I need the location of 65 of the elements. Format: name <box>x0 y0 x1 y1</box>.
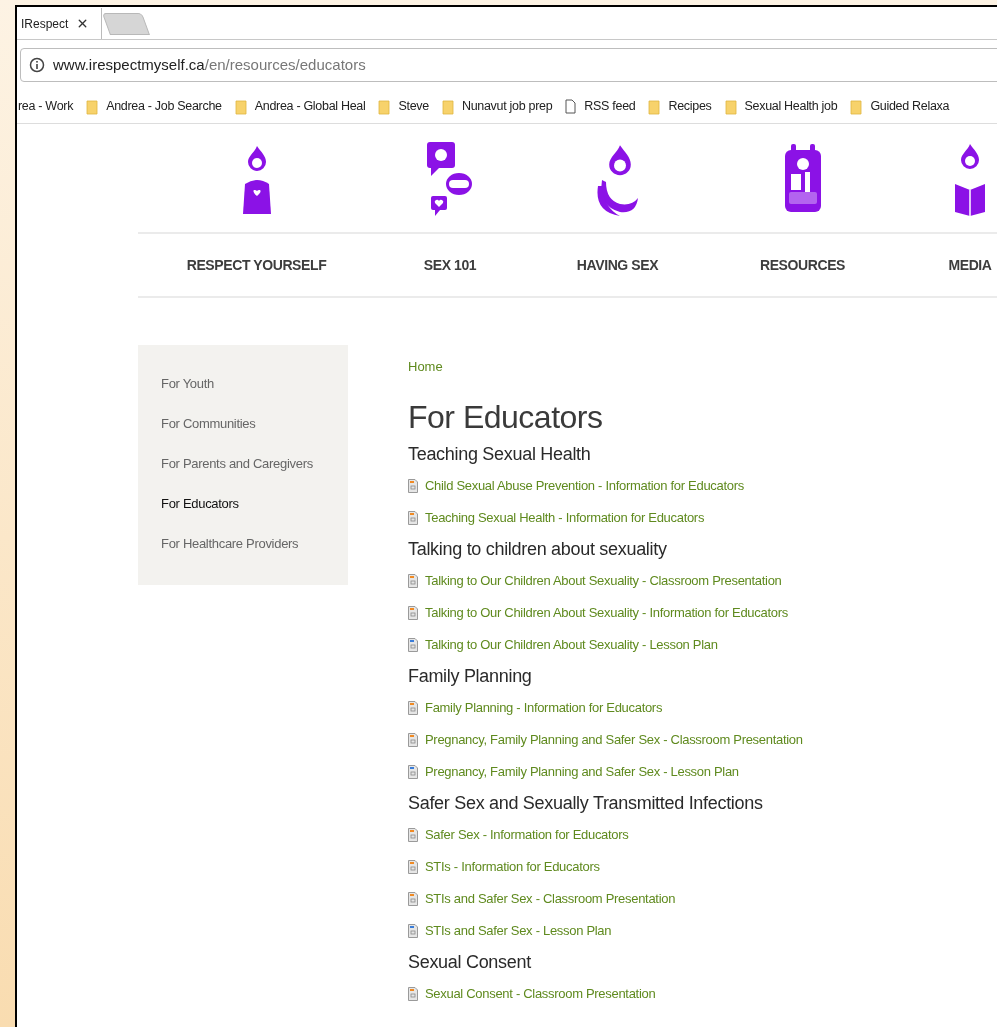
sidebar-link[interactable]: For Parents and Caregivers <box>161 444 348 484</box>
bookmark-item[interactable]: Andrea - Global Heal <box>234 97 366 116</box>
bookmark-item[interactable]: rea - Work <box>18 97 74 116</box>
url-text: www.irespectmyself.ca/en/resources/educators <box>53 54 366 75</box>
file-icon <box>408 860 418 874</box>
sidebar-link[interactable]: For Communities <box>161 404 348 444</box>
folder-icon <box>850 98 863 115</box>
document-link[interactable]: STIs and Safer Sex - Lesson Plan <box>425 921 612 941</box>
backpack-icon <box>782 142 823 214</box>
file-icon <box>408 701 418 715</box>
document-link[interactable]: STIs - Information for Educators <box>425 857 600 877</box>
nav-link[interactable]: HAVING SEX <box>576 254 659 276</box>
section-heading: Safer Sex and Sexually Transmitted Infections <box>408 792 763 815</box>
bookmark-item[interactable]: Nunavut job prep <box>441 97 553 116</box>
nav-link[interactable]: RESPECT YOURSELF <box>186 254 327 276</box>
document-link[interactable]: Pregnancy, Family Planning and Safer Sex - Lesson Plan <box>425 762 739 782</box>
speech-bubbles-icon <box>425 140 475 216</box>
sidebar-link[interactable]: For Healthcare Providers <box>161 524 348 564</box>
section-heading: Family Planning <box>408 665 532 688</box>
page-title: For Educators <box>408 398 604 437</box>
document-link[interactable]: STIs and Safer Sex - Classroom Presentation <box>425 889 676 909</box>
file-icon <box>408 479 418 493</box>
sidebar-link[interactable]: For Educators <box>161 484 348 524</box>
bookmark-item[interactable]: Sexual Health job <box>724 97 838 116</box>
bookmark-item[interactable]: Steve <box>378 97 429 116</box>
bookmark-item[interactable]: RSS feed <box>565 97 636 116</box>
document-link[interactable]: Safer Sex - Information for Educators <box>425 825 629 845</box>
bookmark-item[interactable]: Recipes <box>648 97 712 116</box>
document-link[interactable]: Family Planning - Information for Educators <box>425 698 663 718</box>
document-link[interactable]: Talking to Our Children About Sexuality - Classroom Presentation <box>425 571 782 591</box>
page-icon <box>565 99 577 114</box>
bookmark-item[interactable]: Andrea - Job Searche <box>86 97 222 116</box>
section-heading: Talking to children about sexuality <box>408 538 667 561</box>
breadcrumb-link[interactable]: Home <box>408 357 443 377</box>
sidebar-link[interactable]: For Youth <box>161 364 348 404</box>
file-icon <box>408 574 418 588</box>
folder-icon <box>378 98 391 115</box>
folder-icon <box>86 98 99 115</box>
document-link[interactable]: Child Sexual Abuse Prevention - Information for Educators <box>425 476 744 496</box>
file-icon <box>408 828 418 842</box>
file-icon <box>408 733 418 747</box>
address-bar[interactable]: www.irespectmyself.ca/en/resources/educators <box>20 48 997 82</box>
file-icon <box>408 987 418 1001</box>
folder-icon <box>234 98 247 115</box>
file-icon <box>408 511 418 525</box>
document-link[interactable]: Sexual Consent - Classroom Presentation <box>425 984 656 1004</box>
file-icon <box>408 638 418 652</box>
section-heading: Sexual Consent <box>408 951 531 974</box>
document-link[interactable]: Talking to Our Children About Sexuality - Information for Educators <box>425 603 788 623</box>
folder-icon <box>441 98 454 115</box>
bookmark-item[interactable]: Guided Relaxa <box>850 97 950 116</box>
document-link[interactable]: Pregnancy, Family Planning and Safer Sex - Classroom Presentation <box>425 730 803 750</box>
section-heading: Teaching Sexual Health <box>408 443 591 466</box>
document-link[interactable]: Talking to Our Children About Sexuality - Lesson Plan <box>425 635 718 655</box>
file-icon <box>408 924 418 938</box>
nav-link[interactable]: SEX 101 <box>423 254 477 276</box>
info-icon <box>29 57 45 73</box>
nav-link[interactable]: MEDIA <box>948 254 992 276</box>
file-icon <box>408 765 418 779</box>
folder-icon <box>648 98 661 115</box>
document-link[interactable]: Teaching Sexual Health - Information for Educators <box>425 508 705 528</box>
file-icon <box>408 606 418 620</box>
file-icon <box>408 892 418 906</box>
nav-link[interactable]: RESOURCES <box>759 254 846 276</box>
folder-icon <box>724 98 737 115</box>
